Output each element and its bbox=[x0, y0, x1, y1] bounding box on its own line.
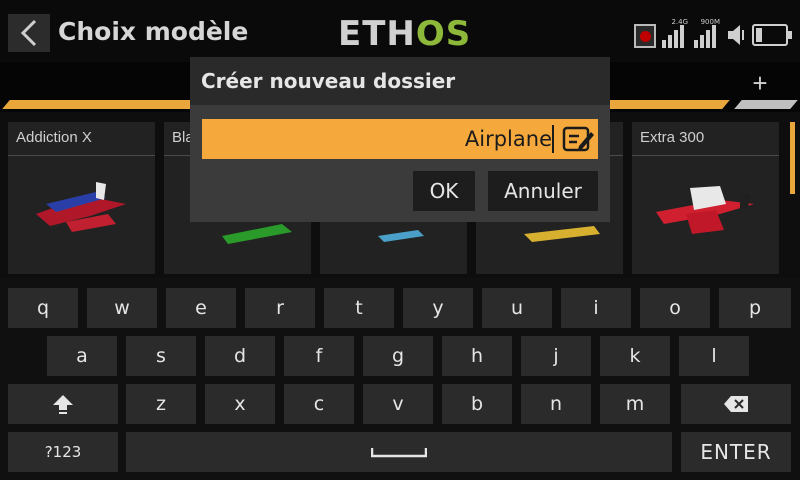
model-card[interactable]: Extra 300 bbox=[632, 122, 779, 274]
signal-900m-label: 900M bbox=[700, 18, 720, 26]
space-icon bbox=[370, 448, 428, 458]
numbers-key[interactable]: ?123 bbox=[8, 432, 118, 472]
add-folder-button[interactable]: + bbox=[746, 68, 774, 98]
chevron-left-icon bbox=[20, 19, 37, 47]
page-title: Choix modèle bbox=[58, 17, 249, 46]
key-w[interactable]: w bbox=[87, 288, 157, 328]
ethos-logo: ETHOS bbox=[338, 14, 471, 54]
space-key[interactable] bbox=[126, 432, 672, 472]
new-folder-dialog: Créer nouveau dossier Airplane OK Annule… bbox=[190, 57, 610, 222]
model-name: Addiction X bbox=[8, 122, 155, 156]
key-m[interactable]: m bbox=[600, 384, 670, 424]
key-c[interactable]: c bbox=[284, 384, 354, 424]
key-y[interactable]: y bbox=[403, 288, 473, 328]
key-s[interactable]: s bbox=[126, 336, 196, 376]
folder-name-value: Airplane bbox=[464, 127, 552, 151]
key-f[interactable]: f bbox=[284, 336, 354, 376]
key-z[interactable]: z bbox=[126, 384, 196, 424]
airplane-thumbnail-icon bbox=[656, 186, 754, 234]
folder-tab-new[interactable] bbox=[734, 100, 798, 109]
backspace-key[interactable] bbox=[681, 384, 791, 424]
key-v[interactable]: v bbox=[363, 384, 433, 424]
key-o[interactable]: o bbox=[640, 288, 710, 328]
folder-name-input[interactable]: Airplane bbox=[202, 119, 598, 159]
dialog-title: Créer nouveau dossier bbox=[190, 57, 610, 105]
key-i[interactable]: i bbox=[561, 288, 631, 328]
speaker-icon bbox=[726, 22, 746, 48]
key-a[interactable]: a bbox=[47, 336, 117, 376]
on-screen-keyboard: q w e r t y u i o p a s d f g h j k l z … bbox=[0, 278, 800, 480]
enter-key[interactable]: ENTER bbox=[681, 432, 791, 472]
model-name: Extra 300 bbox=[632, 122, 779, 156]
top-bar: Choix modèle ETHOS 2.4G 900M bbox=[0, 0, 800, 62]
battery-icon bbox=[752, 24, 792, 46]
signal-900m-icon: 900M bbox=[694, 18, 720, 48]
shift-key[interactable] bbox=[8, 384, 118, 424]
key-n[interactable]: n bbox=[521, 384, 591, 424]
key-g[interactable]: g bbox=[363, 336, 433, 376]
key-k[interactable]: k bbox=[600, 336, 670, 376]
key-j[interactable]: j bbox=[521, 336, 591, 376]
backspace-icon bbox=[724, 396, 748, 412]
record-icon bbox=[634, 24, 656, 48]
grid-scroll-indicator bbox=[790, 122, 795, 194]
key-e[interactable]: e bbox=[166, 288, 236, 328]
status-bar: 2.4G 900M bbox=[634, 16, 792, 48]
key-b[interactable]: b bbox=[442, 384, 512, 424]
logo-text-eth: ETH bbox=[338, 14, 416, 54]
key-t[interactable]: t bbox=[324, 288, 394, 328]
key-p[interactable]: p bbox=[719, 288, 791, 328]
model-card[interactable]: Addiction X bbox=[8, 122, 155, 274]
key-u[interactable]: u bbox=[482, 288, 552, 328]
shift-icon bbox=[53, 395, 73, 414]
key-l[interactable]: l bbox=[679, 336, 749, 376]
airplane-thumbnail-icon bbox=[36, 182, 126, 232]
signal-2-4g-icon: 2.4G bbox=[662, 18, 688, 48]
key-r[interactable]: r bbox=[245, 288, 315, 328]
key-x[interactable]: x bbox=[205, 384, 275, 424]
key-q[interactable]: q bbox=[8, 288, 78, 328]
text-cursor bbox=[552, 125, 554, 153]
cancel-button[interactable]: Annuler bbox=[488, 171, 598, 211]
edit-icon[interactable] bbox=[561, 124, 595, 154]
ok-button[interactable]: OK bbox=[413, 171, 475, 211]
back-button[interactable] bbox=[8, 14, 50, 52]
logo-text-os: OS bbox=[415, 14, 472, 54]
key-d[interactable]: d bbox=[205, 336, 275, 376]
key-h[interactable]: h bbox=[442, 336, 512, 376]
